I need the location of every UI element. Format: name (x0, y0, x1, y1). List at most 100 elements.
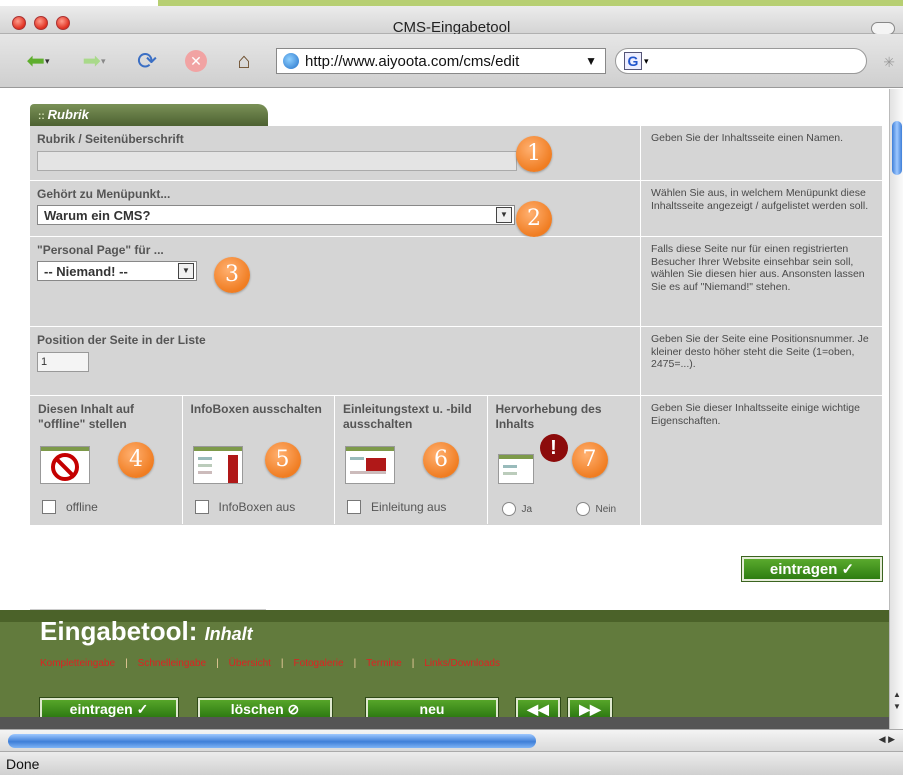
row-menu: Gehört zu Menüpunkt... Warum ein CMS? ▼ … (30, 181, 882, 237)
menu-help: Wählen Sie aus, in welchem Menüpunkt die… (641, 181, 882, 236)
vertical-scroll-thumb[interactable] (892, 121, 902, 175)
url-text: http://www.aiyoota.com/cms/edit (305, 52, 520, 70)
status-bar: Done (0, 751, 903, 775)
edit-form: Rubrik / Seitenüberschrift 1 Geben Sie d… (30, 126, 882, 525)
radio-ja[interactable] (501, 502, 516, 516)
hervorhebung-label: Hervorhebung des Inhalts (495, 402, 602, 431)
callout-badge-4: 4 (118, 442, 154, 478)
position-label: Position der Seite in der Liste (37, 333, 206, 347)
menu-select[interactable]: Warum ein CMS? ▼ (37, 205, 515, 225)
offline-checkbox-label: offline (66, 500, 98, 514)
callout-badge-3: 3 (214, 257, 250, 293)
callout-badge-5: 5 (264, 442, 301, 478)
status-text: Done (6, 756, 40, 772)
footer-title: Eingabetool: (40, 616, 198, 646)
title-help: Geben Sie der Inhaltsseite einen Namen. (641, 126, 882, 180)
home-button[interactable]: ⌂ (228, 46, 260, 76)
callout-badge-7: 7 (571, 442, 608, 478)
globe-icon (283, 53, 299, 69)
personal-selected-value: -- Niemand! -- (44, 263, 128, 279)
tab-grip-icon: :: (38, 111, 45, 122)
row-position: Position der Seite in der Liste Geben Si… (30, 327, 882, 396)
callout-badge-1: 1 (516, 136, 552, 172)
row-title: Rubrik / Seitenüberschrift 1 Geben Sie d… (30, 126, 882, 181)
offline-label: Diesen Inhalt auf "offline" stellen (38, 402, 135, 431)
infoboxen-checkbox-label: InfoBoxen aus (218, 500, 296, 514)
footer-heading: Eingabetool: Inhalt (40, 616, 253, 647)
title-input[interactable] (37, 151, 517, 171)
footer-link-uebersicht[interactable]: Übersicht (229, 658, 271, 669)
menu-selected-value: Warum ein CMS? (44, 207, 151, 223)
footer-panel: Eingabetool: Inhalt Kompletteingabe | Sch… (0, 610, 889, 729)
hervorhebung-radio-ja[interactable]: Ja (501, 502, 533, 516)
infoboxen-checkbox[interactable] (194, 500, 209, 514)
property-infoboxen: InfoBoxen ausschalten 5 InfoBoxen aus (183, 396, 335, 524)
personal-help: Falls diese Seite nur für einen registri… (641, 237, 882, 326)
footer-link-kompletteingabe[interactable]: Kompletteingabe (40, 658, 115, 669)
personal-select[interactable]: -- Niemand! -- ▼ (37, 261, 197, 281)
einleitung-checkbox[interactable] (347, 500, 361, 514)
home-icon: ⌂ (237, 48, 251, 73)
search-engine-dropdown-icon[interactable]: ▾ (644, 56, 649, 67)
radio-ja-label: Ja (521, 503, 533, 515)
horizontal-scroll-thumb[interactable] (8, 734, 536, 748)
menu-label: Gehört zu Menüpunkt... (37, 187, 171, 201)
position-help: Geben Sie der Seite eine Positionsnummer… (641, 327, 882, 395)
back-arrow-icon: ⬅ (26, 48, 45, 73)
search-engine-icon[interactable]: G (624, 52, 642, 70)
footer-nav: Kompletteingabe | Schnelleingabe | Übersic… (40, 658, 500, 669)
vertical-scrollbar[interactable]: ▲ ▼ (889, 89, 903, 729)
infoboxen-illustration (192, 446, 243, 484)
tab-label: Rubrik (47, 107, 89, 122)
infoboxen-checkbox-row[interactable]: InfoBoxen aus (194, 500, 296, 514)
personal-label: "Personal Page" für ... (37, 243, 164, 257)
footer-link-fotogalerie[interactable]: Fotogalerie (294, 658, 344, 669)
position-input[interactable] (37, 352, 89, 372)
back-button[interactable]: ⬅ ▾ (18, 46, 58, 76)
footer-subtitle: Inhalt (204, 624, 253, 644)
einleitung-checkbox-row[interactable]: Einleitung aus (347, 500, 446, 514)
callout-badge-6: 6 (423, 442, 459, 478)
row-menu-main: Gehört zu Menüpunkt... Warum ein CMS? ▼ … (30, 181, 641, 237)
offline-checkbox-row[interactable]: offline (42, 500, 98, 514)
property-einleitung: Einleitungstext u. -bild ausschalten 6 E… (335, 396, 488, 524)
search-bar[interactable]: G ▾ (615, 48, 867, 74)
browser-toolbar: ⬅ ▾ ➡ ▾ ⟳ ✕ ⌂ http://www.aiyoota.com/cms/e… (0, 34, 903, 88)
stop-icon: ✕ (185, 50, 207, 72)
vertical-scroll-arrows-icon[interactable]: ▲ ▼ (890, 689, 903, 713)
page-content: :: Rubrik Rubrik / Seitenüberschrift 1 Ge… (0, 89, 889, 729)
stop-button[interactable]: ✕ (180, 46, 212, 76)
row-title-main: Rubrik / Seitenüberschrift 1 (30, 126, 641, 180)
reload-icon: ⟳ (136, 47, 158, 75)
hervorhebung-radio-nein[interactable]: Nein (575, 502, 617, 516)
row-position-main: Position der Seite in der Liste (30, 327, 641, 395)
footer-link-links-downloads[interactable]: Links/Downloads (424, 658, 500, 669)
section-tab: :: Rubrik (30, 104, 268, 126)
exclamation-icon: ! (539, 434, 568, 462)
address-bar[interactable]: http://www.aiyoota.com/cms/edit ▼ (276, 48, 606, 74)
reload-button[interactable]: ⟳ (131, 46, 163, 76)
row-personal: "Personal Page" für ... -- Niemand! -- ▼… (30, 237, 882, 327)
row-personal-main: "Personal Page" für ... -- Niemand! -- ▼… (30, 237, 641, 326)
properties-help: Geben Sie dieser Inhaltsseite einige wic… (641, 396, 882, 525)
horizontal-scroll-arrows-icon[interactable]: ◀ ▶ (879, 734, 895, 745)
forward-arrow-icon: ➡ (82, 48, 101, 73)
radio-nein[interactable] (575, 502, 590, 516)
footer-link-termine[interactable]: Termine (366, 658, 402, 669)
submit-button[interactable]: eintragen ✓ (741, 556, 883, 582)
url-dropdown-icon[interactable]: ▼ (585, 54, 597, 68)
chevron-down-icon[interactable]: ▼ (178, 263, 194, 279)
offline-checkbox[interactable] (42, 500, 56, 514)
horizontal-scrollbar[interactable]: ◀ ▶ (0, 729, 903, 751)
radio-nein-label: Nein (595, 503, 617, 515)
chevron-down-icon[interactable]: ▼ (496, 207, 512, 223)
back-history-dropdown-icon: ▾ (44, 55, 50, 66)
forward-button[interactable]: ➡ ▾ (74, 46, 114, 76)
footer-link-schnelleingabe[interactable]: Schnelleingabe (138, 658, 206, 669)
offline-illustration (40, 446, 90, 484)
title-bar: CMS-Eingabetool (0, 6, 903, 36)
forward-history-dropdown-icon: ▾ (100, 55, 106, 66)
activity-spinner-icon: ✳ (883, 54, 895, 70)
footer-bottom-band (0, 717, 889, 729)
hervorhebung-illustration (497, 454, 534, 484)
